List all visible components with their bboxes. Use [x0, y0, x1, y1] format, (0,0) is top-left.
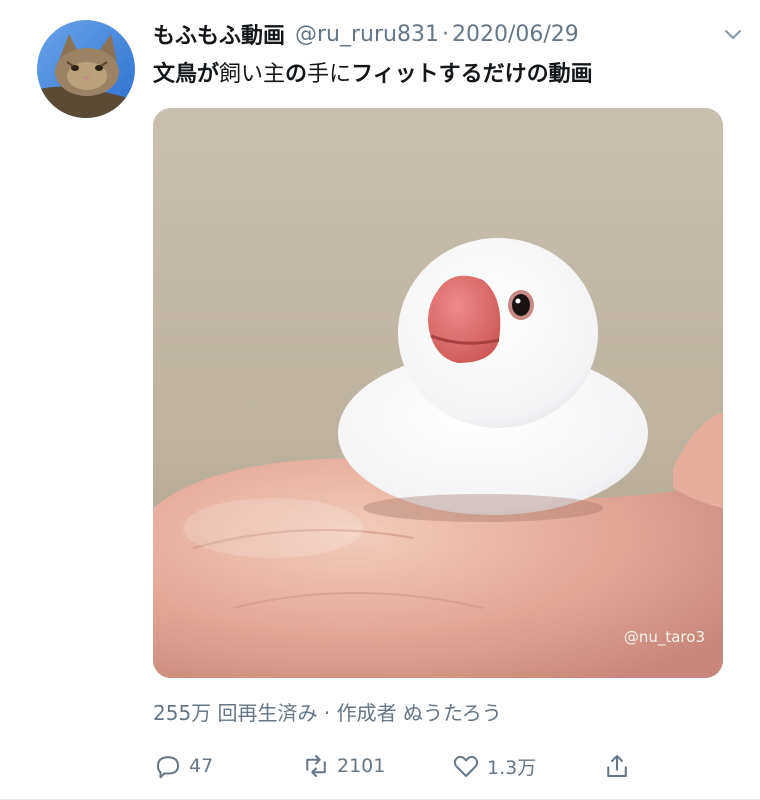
- tweet-text-part: が: [197, 62, 220, 87]
- retweet-count: 2101: [337, 755, 386, 777]
- cat-avatar-image: [37, 20, 135, 118]
- avatar[interactable]: [37, 20, 135, 118]
- author-name[interactable]: もふもふ動画: [153, 18, 285, 50]
- like-count: 1.3万: [487, 756, 537, 779]
- video-watermark: @nu_taro3: [623, 628, 705, 646]
- like-button[interactable]: 1.3万: [451, 746, 536, 786]
- share-icon: [607, 755, 627, 777]
- tweet-text-part: の: [285, 62, 308, 87]
- share-button[interactable]: [602, 746, 632, 786]
- like-icon: [453, 755, 479, 777]
- retweet-icon: [306, 755, 326, 777]
- tweet-text-part: 飼い主: [219, 62, 286, 87]
- tweet-text-part: 文鳥: [153, 62, 198, 87]
- author-handle[interactable]: @ru_ruru831: [295, 22, 439, 47]
- tweet-text-part: に: [329, 62, 352, 87]
- tweet-actions: 47 2101 1.3万: [153, 746, 738, 786]
- reply-count: 47: [189, 755, 214, 777]
- chevron-down-icon[interactable]: [721, 22, 745, 46]
- reply-button[interactable]: 47: [153, 746, 213, 786]
- tweet-text: 文鳥が飼い主の手にフィットするだけの動画: [153, 56, 593, 88]
- tweet-text-part: 手: [307, 62, 330, 87]
- video-views-line: 255万 回再生済み · 作成者 ぬうたろう: [153, 701, 502, 725]
- header-separator: ·: [441, 21, 449, 47]
- tweet-video[interactable]: @nu_taro3: [153, 108, 723, 678]
- reply-icon: [157, 756, 179, 779]
- bird-on-hand-image: [153, 108, 723, 678]
- tweet-date[interactable]: 2020/06/29: [452, 22, 579, 47]
- retweet-button[interactable]: 2101: [301, 746, 385, 786]
- tweet-header: もふもふ動画 @ru_ruru831 · 2020/06/29: [153, 14, 743, 54]
- tweet-text-part: フィットするだけの動画: [351, 62, 593, 87]
